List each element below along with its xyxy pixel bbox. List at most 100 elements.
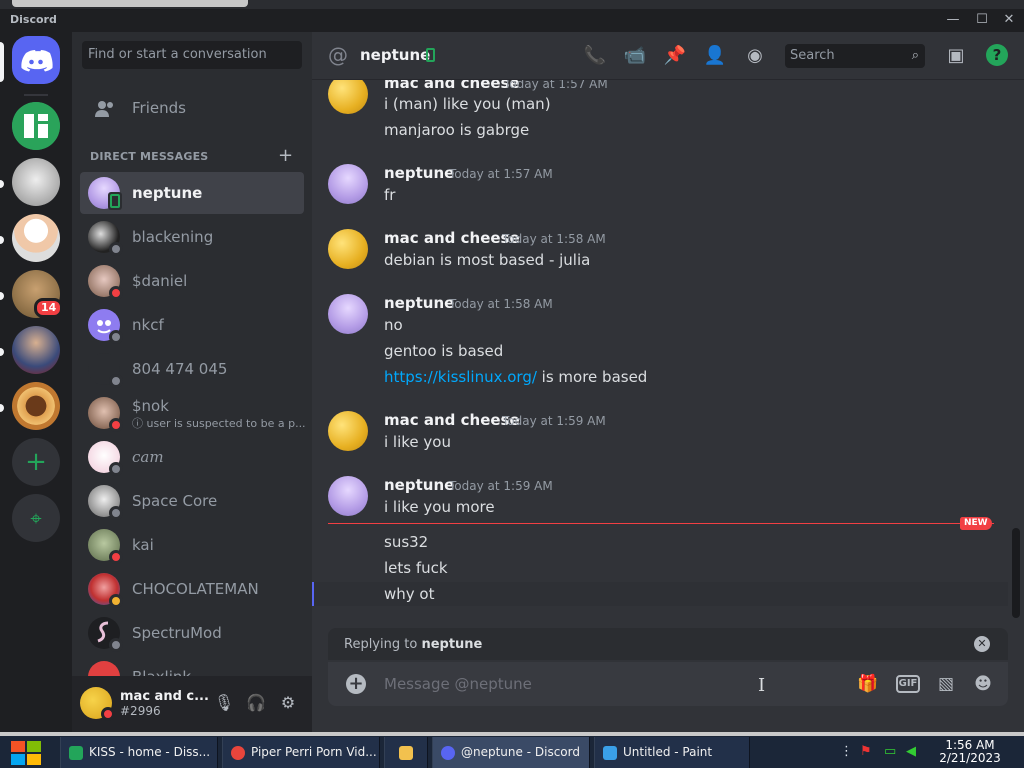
attach-plus-icon[interactable]: + xyxy=(346,674,366,694)
dm-name: kai xyxy=(132,536,154,554)
avatar[interactable] xyxy=(328,411,368,451)
message-timestamp: Today at 1:57 AM xyxy=(504,80,608,91)
action-center-flag-icon[interactable]: ⚑ xyxy=(860,744,872,759)
add-server-icon[interactable]: + xyxy=(12,438,60,486)
message-text: sus32 xyxy=(384,533,429,551)
avatar[interactable] xyxy=(328,80,368,114)
message-text: lets fuck xyxy=(384,559,448,577)
overflow-dots-icon[interactable]: ⋮ xyxy=(840,744,853,759)
discord-app-icon xyxy=(69,745,83,760)
taskbar-item-paint[interactable]: Untitled - Paint xyxy=(594,737,750,768)
settings-gear-icon[interactable]: ⚙ xyxy=(276,691,300,715)
microphone-icon[interactable]: 🎙 xyxy=(212,691,236,715)
add-friend-icon[interactable]: 👤 xyxy=(703,44,727,68)
status-dnd-icon xyxy=(109,418,123,432)
dm-item-cam[interactable]: cam xyxy=(80,436,304,478)
taskbar-item-discord[interactable]: @neptune - Discord xyxy=(432,737,590,768)
chat-area: @ neptune 📞 📹 📌 👤 ◉ Search ⌕ ▣ ? mac and… xyxy=(312,32,1024,732)
dm-item-804[interactable]: 804 474 045 xyxy=(80,348,304,390)
at-sign-icon: @ xyxy=(328,43,348,67)
server-avatar-1[interactable] xyxy=(12,158,60,206)
search-input[interactable]: Search ⌕ xyxy=(785,44,925,68)
volume-icon[interactable]: ◀ xyxy=(906,744,916,759)
network-icon[interactable]: ▭ xyxy=(884,744,896,759)
server-avatar-2[interactable] xyxy=(12,214,60,262)
emoji-icon[interactable]: ☻ xyxy=(971,672,995,696)
message-text: gentoo is based xyxy=(384,342,504,360)
dm-item-space-core[interactable]: Space Core xyxy=(80,480,304,522)
dm-item-kai[interactable]: kai xyxy=(80,524,304,566)
message-author[interactable]: neptune xyxy=(384,164,454,182)
dm-item-daniel[interactable]: $daniel xyxy=(80,260,304,302)
avatar[interactable] xyxy=(328,476,368,516)
chat-scrollbar[interactable] xyxy=(1012,528,1020,618)
windows-start-icon[interactable] xyxy=(8,739,44,767)
help-icon[interactable]: ? xyxy=(986,44,1008,66)
friends-label: Friends xyxy=(132,99,186,117)
manjaro-icon xyxy=(12,102,60,150)
message-text: manjaroo is gabrge xyxy=(384,121,530,139)
avatar[interactable] xyxy=(328,164,368,204)
inbox-icon[interactable]: ▣ xyxy=(944,44,968,68)
taskbar-item-explorer[interactable] xyxy=(384,737,428,768)
sticker-icon[interactable]: ▧ xyxy=(934,672,958,696)
dm-name: blackening xyxy=(132,228,214,246)
dm-name: SpectruMod xyxy=(132,624,222,642)
server-avatar-5[interactable] xyxy=(12,382,60,430)
find-conversation-button[interactable]: Find or start a conversation xyxy=(82,41,302,69)
taskbar-item-kiss[interactable]: KISS - home - Diss... xyxy=(60,737,218,768)
user-discriminator: #2996 xyxy=(120,704,161,718)
dm-name: neptune xyxy=(132,184,203,202)
message-author[interactable]: neptune xyxy=(384,294,454,312)
cancel-reply-icon[interactable]: ✕ xyxy=(974,636,990,652)
taskbar-item-browser[interactable]: Piper Perri Porn Vid... xyxy=(222,737,380,768)
maximize-icon[interactable]: ☐ xyxy=(971,12,993,28)
dm-item-neptune[interactable]: neptune xyxy=(80,172,304,214)
mobile-status-icon xyxy=(426,48,435,62)
avatar[interactable] xyxy=(328,294,368,334)
voice-call-icon[interactable]: 📞 xyxy=(583,44,607,68)
text-cursor-icon: I xyxy=(758,675,766,696)
server-manjaro[interactable] xyxy=(12,102,60,150)
system-clock[interactable]: 1:56 AM 2/21/2023 xyxy=(934,739,1006,765)
message-author[interactable]: mac and cheese xyxy=(384,229,520,247)
status-offline-icon xyxy=(109,330,123,344)
gif-button[interactable]: GIF xyxy=(896,675,920,693)
unread-pill xyxy=(0,292,4,300)
message-author[interactable]: neptune xyxy=(384,476,454,494)
close-icon[interactable]: ✕ xyxy=(998,12,1020,28)
message-link[interactable]: https://kisslinux.org/ xyxy=(384,368,537,386)
message-text: debian is most based - julia xyxy=(384,251,591,269)
dm-item-nok[interactable]: $nok ⓘ user is suspected to be a p... xyxy=(80,392,306,434)
dm-item-blackening[interactable]: blackening xyxy=(80,216,304,258)
video-call-icon[interactable]: 📹 xyxy=(623,44,647,68)
dm-item-spectrumod[interactable]: SpectruMod xyxy=(80,612,304,654)
minimize-icon[interactable]: — xyxy=(942,12,964,28)
discord-app-icon xyxy=(441,745,455,760)
selected-pill xyxy=(0,42,4,82)
dm-item-blaxlink[interactable]: Blaxlink xyxy=(80,656,304,676)
dm-item-chocolateman[interactable]: CHOCOLATEMAN xyxy=(80,568,304,610)
home-button[interactable] xyxy=(12,36,60,84)
user-profile-icon[interactable]: ◉ xyxy=(743,44,767,68)
dm-item-nkcf[interactable]: nkcf xyxy=(80,304,304,346)
avatar xyxy=(88,661,120,676)
message-composer[interactable]: + Message @neptune I 🎁 GIF ▧ ☻ xyxy=(328,662,1008,706)
avatar[interactable] xyxy=(328,229,368,269)
search-placeholder: Search xyxy=(790,48,835,63)
friends-nav-item[interactable]: Friends xyxy=(80,90,304,128)
status-offline-icon xyxy=(109,242,123,256)
chrome-icon xyxy=(231,745,245,760)
explore-compass-icon[interactable]: ⌖ xyxy=(12,494,60,542)
create-dm-plus-icon[interactable]: + xyxy=(278,145,293,166)
message-author[interactable]: mac and cheese xyxy=(384,411,520,429)
pin-icon[interactable]: 📌 xyxy=(663,44,687,68)
message-text: i like you more xyxy=(384,498,495,516)
message-input-placeholder[interactable]: Message @neptune xyxy=(384,675,532,693)
message-author[interactable]: mac and cheese xyxy=(384,80,520,92)
mention-badge: 14 xyxy=(34,298,64,318)
unread-pill xyxy=(0,180,4,188)
server-avatar-4[interactable] xyxy=(12,326,60,374)
headphones-icon[interactable]: 🎧 xyxy=(244,691,268,715)
gift-icon[interactable]: 🎁 xyxy=(856,672,880,696)
